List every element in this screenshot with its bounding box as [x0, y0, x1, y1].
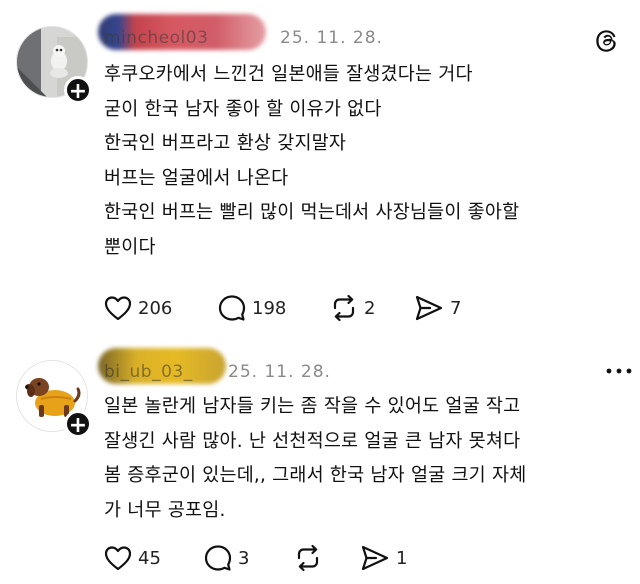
share-button[interactable]: 7 — [414, 292, 461, 324]
comment-count: 3 — [238, 547, 250, 569]
post-text-line: 일본 놀란게 남자들 키는 좀 작을 수 있어도 얼굴 작고 — [104, 396, 521, 417]
post-text-line: 버프는 얼굴에서 나온다 — [104, 167, 289, 189]
like-button[interactable]: 45 — [104, 542, 161, 574]
threads-logo-icon[interactable] — [592, 26, 622, 56]
share-button[interactable]: 1 — [360, 542, 407, 574]
post-text-line: 봄 증후군이 있는데,, 그래서 한국 남자 얼굴 크기 자체 — [104, 465, 527, 486]
like-count: 45 — [138, 547, 161, 569]
share-count: 7 — [450, 297, 462, 319]
repost-icon — [333, 294, 355, 322]
post-text-line: 후쿠오카에서 느낀건 일본애들 잘생겼다는 거다 — [104, 64, 473, 85]
repost-icon — [297, 544, 319, 572]
send-icon — [361, 545, 389, 571]
plus-follow-icon[interactable]: + — [64, 410, 92, 438]
post-text-line: 가 너무 공포임. — [104, 499, 226, 521]
post-header: mincheol03 25. 11. 28. — [98, 14, 624, 62]
comment-bubble-icon — [218, 295, 246, 321]
username[interactable]: bi_ub_03_ — [104, 362, 193, 382]
post-text-line: 한국인 버프는 빨리 많이 먹는데서 사장님들이 좋아할 — [104, 202, 520, 223]
post-text-line: 잘생긴 사람 많아. 난 선천적으로 얼굴 큰 남자 못쳐다 — [104, 430, 521, 452]
post-text-line: 굳이 한국 남자 좋아 할 이유가 없다 — [104, 98, 382, 120]
repost-button[interactable]: 2 — [330, 292, 375, 324]
comment-button[interactable]: 198 — [218, 292, 286, 324]
repost-button[interactable] — [294, 542, 328, 574]
more-options-icon[interactable] — [604, 366, 634, 376]
comment-bubble-icon — [204, 545, 232, 571]
post-1: + mincheol03 25. 11. 28. 후쿠오카에서 느낀건 일본애들… — [0, 0, 640, 342]
avatar-container[interactable]: + — [16, 26, 92, 104]
heart-icon — [104, 546, 132, 571]
plus-follow-icon[interactable]: + — [64, 76, 92, 104]
send-icon — [415, 295, 443, 321]
like-count: 206 — [138, 297, 173, 319]
comment-count: 198 — [252, 297, 287, 319]
like-button[interactable]: 206 — [104, 292, 172, 324]
post-date: 25. 11. 28. — [280, 28, 383, 48]
post-body: 일본 놀란게 남자들 키는 좀 작을 수 있어도 얼굴 작고 잘생긴 사람 많아… — [104, 390, 624, 528]
share-count: 1 — [396, 547, 408, 569]
avatar-container[interactable]: + — [16, 360, 92, 438]
comment-button[interactable]: 3 — [204, 542, 249, 574]
post-2: + bi_ub_03_ 25. 11. 28. 일본 놀란게 남자들 키는 좀 … — [0, 342, 640, 584]
repost-count: 2 — [364, 297, 376, 319]
heart-icon — [104, 296, 132, 321]
post-actions: 206 198 2 7 — [104, 292, 624, 326]
post-date: 25. 11. 28. — [228, 362, 331, 382]
post-actions: 45 3 1 — [104, 542, 624, 576]
post-body: 후쿠오카에서 느낀건 일본애들 잘생겼다는 거다 굳이 한국 남자 좋아 할 이… — [104, 58, 624, 265]
post-text-line: 한국인 버프라고 환상 갖지말자 — [104, 133, 347, 154]
username[interactable]: mincheol03 — [104, 28, 208, 48]
post-text-line: 뿐이다 — [104, 236, 156, 258]
